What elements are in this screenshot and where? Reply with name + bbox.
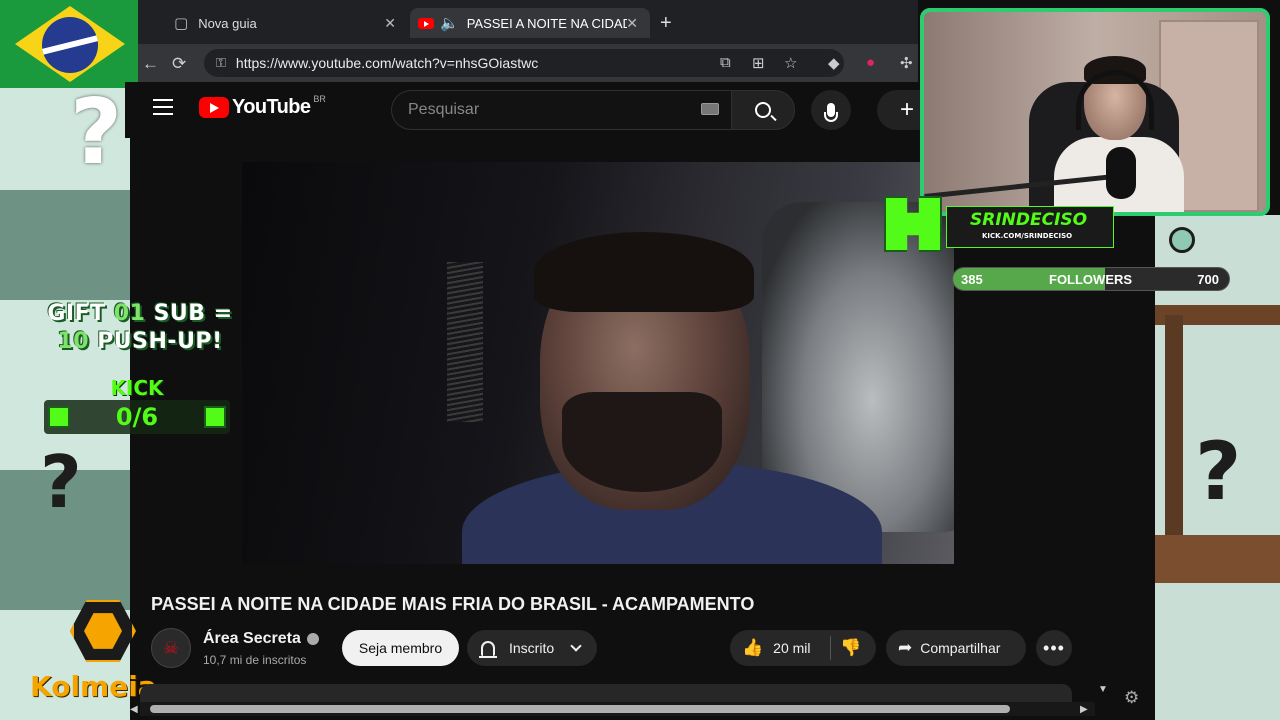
subscribed-button[interactable]: Inscrito — [467, 630, 597, 666]
like-count[interactable]: 20 mil — [773, 640, 810, 656]
search-button[interactable] — [731, 90, 795, 130]
streamer-brand-bar: SRINDECISO KICK.COM/SRINDECISO — [884, 196, 1114, 252]
streamer-link: KICK.COM/SRINDECISO — [982, 232, 1073, 240]
gear-icon[interactable]: ⚙ — [1124, 688, 1139, 708]
apps-icon[interactable]: ⊞ — [752, 54, 765, 72]
country-code: BR — [313, 93, 326, 104]
extension-icon[interactable]: ◆ — [828, 54, 840, 72]
brazil-flag-icon — [0, 0, 140, 88]
scroll-right-icon[interactable]: ▶ — [1080, 704, 1088, 715]
tab-youtube-video[interactable]: 🔈 PASSEI A NOITE NA CIDADE ✕ — [410, 8, 650, 38]
video-player[interactable] — [242, 162, 954, 564]
url-text: https://www.youtube.com/watch?v=nhsGOias… — [235, 55, 539, 71]
youtube-icon — [199, 97, 229, 118]
sub-goal-reps: 10 — [57, 329, 90, 354]
url-field[interactable]: ⚿ https://www.youtube.com/watch?v=nhsGOi… — [204, 49, 844, 77]
new-tab-icon: ▢ — [174, 15, 189, 32]
close-icon[interactable]: ✕ — [626, 15, 638, 32]
horizontal-scrollbar[interactable] — [140, 702, 1095, 716]
subscribed-label: Inscrito — [509, 640, 555, 656]
new-tab-button[interactable]: + — [660, 8, 672, 38]
verified-icon — [306, 632, 319, 645]
kick-goal-widget: KICK 0/6 — [44, 376, 230, 436]
kolmeia-name: Kolmeia — [30, 670, 157, 703]
sub-goal-gift: GIFT — [47, 301, 106, 326]
subscriber-count: 10,7 mi de inscritos — [203, 653, 307, 667]
followers-goal: 700 — [1197, 272, 1219, 287]
search-icon — [755, 102, 771, 118]
stream-scene: ? ? GIFT 01 SUB = 10 PUSH-UP! KICK 0/6 K… — [0, 0, 1280, 720]
channel-avatar[interactable]: ☠ — [151, 628, 191, 668]
streamer-name: SRINDECISO — [970, 210, 1088, 230]
chevron-down-icon — [570, 640, 582, 652]
sub-goal-count: 01 — [113, 301, 146, 326]
kick-goal-progress: 0/6 — [115, 403, 159, 431]
share-label: Compartilhar — [920, 640, 1001, 656]
close-icon[interactable]: ✕ — [384, 15, 396, 32]
site-info-icon[interactable]: ⚿ — [216, 55, 226, 71]
join-button[interactable]: Seja membro — [342, 630, 459, 666]
microphone-icon — [1106, 147, 1136, 199]
like-dislike-group: 👍 20 mil 👎 — [730, 630, 876, 666]
sub-goal-equals: = — [213, 301, 233, 326]
browser-tab-bar: ▢ Nova guia ✕ 🔈 PASSEI A NOITE NA CIDADE… — [138, 0, 918, 44]
question-mark-icon: ? — [1195, 425, 1242, 518]
extension-icon[interactable]: ● — [866, 54, 875, 71]
share-button[interactable]: ➦ Compartilhar — [886, 630, 1026, 666]
speaker-icon[interactable]: 🔈 — [440, 14, 459, 32]
extension-icon[interactable]: ⧉ — [720, 54, 731, 71]
youtube-logo[interactable]: YouTube BR — [199, 93, 326, 119]
question-mark-icon: ? — [70, 80, 123, 185]
followers-goal-bar: 385 FOLLOWERS 700 — [952, 267, 1230, 291]
keyboard-icon[interactable] — [701, 103, 719, 115]
scroll-down-icon[interactable]: ▼ — [1098, 684, 1108, 695]
followers-label: FOLLOWERS — [1049, 272, 1133, 287]
star-icon[interactable]: ☆ — [784, 54, 797, 72]
sub-goal-pushup: PUSH-UP — [97, 329, 213, 354]
microphone-icon — [824, 103, 838, 122]
like-icon[interactable]: 👍 — [742, 638, 763, 658]
browser-address-bar: ← ⟳ ⚿ https://www.youtube.com/watch?v=nh… — [138, 44, 918, 82]
kick-goal-label: KICK — [110, 376, 164, 400]
question-mark-icon: ? — [40, 440, 82, 524]
back-icon[interactable]: ← — [142, 54, 159, 74]
share-icon: ➦ — [898, 638, 913, 657]
channel-name[interactable]: Área Secreta — [203, 630, 319, 648]
sub-goal-sub: SUB — [153, 301, 206, 326]
youtube-logo-text: YouTube — [232, 96, 311, 118]
description-box[interactable] — [140, 684, 1072, 702]
scroll-left-icon[interactable]: ◀ — [130, 704, 138, 715]
channel-name-text: Área Secreta — [203, 630, 301, 647]
kick-logo-icon — [884, 196, 942, 252]
puzzle-icon[interactable]: ✣ — [900, 54, 913, 72]
reload-icon[interactable]: ⟳ — [172, 54, 186, 74]
followers-current: 385 — [961, 272, 983, 287]
video-title: PASSEI A NOITE NA CIDADE MAIS FRIA DO BR… — [151, 594, 755, 614]
tab-label: PASSEI A NOITE NA CIDADE — [466, 15, 627, 31]
bell-icon — [479, 640, 497, 658]
search-input[interactable]: Pesquisar — [391, 90, 731, 130]
sub-goal-bang: ! — [212, 329, 223, 354]
sub-goal-widget: GIFT 01 SUB = 10 PUSH-UP! — [40, 300, 240, 356]
menu-icon[interactable] — [153, 99, 173, 115]
voice-search-button[interactable] — [811, 90, 851, 130]
tab-new-tab[interactable]: ▢ Nova guia ✕ — [174, 8, 404, 38]
search-placeholder: Pesquisar — [408, 101, 480, 118]
dislike-icon[interactable]: 👎 — [840, 638, 861, 658]
more-actions-button[interactable]: ••• — [1036, 630, 1072, 666]
webcam-feed — [920, 8, 1270, 216]
youtube-icon — [418, 17, 434, 29]
tab-label: Nova guia — [198, 15, 257, 31]
